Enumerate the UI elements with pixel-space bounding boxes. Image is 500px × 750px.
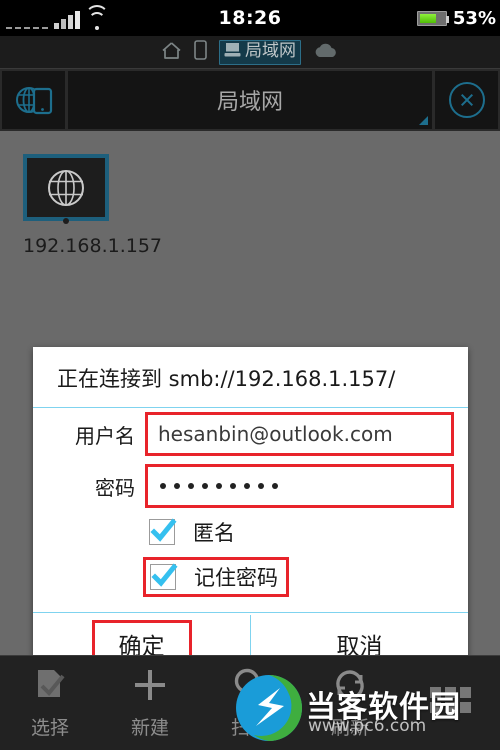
computer-icon xyxy=(224,42,241,62)
password-masked-value xyxy=(158,483,278,489)
username-label: 用户名 xyxy=(75,423,135,448)
status-bar: 18:26 53% xyxy=(0,0,500,36)
breadcrumb: 局域网 xyxy=(0,36,500,69)
resize-corner-icon[interactable] xyxy=(419,116,428,125)
checkbox-row-anonymous[interactable]: 匿名 xyxy=(33,512,468,552)
check-icon xyxy=(151,563,178,587)
search-icon xyxy=(232,667,268,707)
bottom-item-select[interactable]: 选择 xyxy=(0,656,100,750)
globe-device-icon[interactable] xyxy=(2,71,65,129)
dialog-title: 正在连接到 smb://192.168.1.157/ xyxy=(57,367,396,391)
breadcrumb-item-lan[interactable]: 局域网 xyxy=(219,39,301,65)
app-toolbar: 局域网 xyxy=(0,69,500,131)
device-phone-icon[interactable] xyxy=(194,40,207,64)
content-area: 192.168.1.157 正在连接到 smb://192.168.1.157/… xyxy=(0,131,500,675)
checkbox-remember-password-label: 记住密码 xyxy=(194,566,278,590)
breadcrumb-active-label: 局域网 xyxy=(245,41,296,61)
username-row: 用户名 hesanbin@outlook.com xyxy=(33,408,468,460)
computer-monitor-globe-icon xyxy=(23,154,109,221)
bottom-item-scan[interactable]: 扫描 xyxy=(200,656,300,750)
bottom-item-new-label: 新建 xyxy=(130,716,169,739)
connect-dialog: 正在连接到 smb://192.168.1.157/ 用户名 hesanbin@… xyxy=(33,347,468,675)
toolbar-title-box[interactable]: 局域网 xyxy=(68,71,432,129)
grid-apps-icon xyxy=(429,687,471,713)
bottom-item-apps[interactable] xyxy=(400,656,500,750)
password-row: 密码 xyxy=(33,460,468,512)
bottom-item-refresh[interactable]: 刷新 xyxy=(300,656,400,750)
bottom-item-select-label: 选择 xyxy=(30,716,69,739)
checkbox-anonymous-label: 匿名 xyxy=(193,521,235,545)
username-value: hesanbin@outlook.com xyxy=(158,422,393,446)
bottom-item-new[interactable]: 新建 xyxy=(100,656,200,750)
phone-screen: 18:26 53% 局域网 局域网 192.168.1.157 正在连接到 sm… xyxy=(0,0,500,750)
plus-icon xyxy=(132,667,168,707)
battery-percent-label: 53% xyxy=(452,7,496,29)
cloud-icon[interactable] xyxy=(313,43,339,62)
refresh-icon xyxy=(332,667,368,707)
select-document-icon xyxy=(32,667,68,707)
bottom-item-scan-label: 扫描 xyxy=(230,716,269,739)
remember-password-highlight: 记住密码 xyxy=(143,557,289,597)
status-bar-right: 53% xyxy=(416,7,496,29)
checkbox-anonymous[interactable] xyxy=(149,518,177,545)
close-circle-icon[interactable] xyxy=(435,71,498,129)
bottom-item-refresh-label: 刷新 xyxy=(330,716,369,739)
host-item[interactable]: 192.168.1.157 xyxy=(23,154,163,257)
battery-icon xyxy=(416,10,449,26)
password-label: 密码 xyxy=(95,475,135,500)
username-input[interactable]: hesanbin@outlook.com xyxy=(145,412,454,456)
check-icon xyxy=(150,518,177,542)
host-label: 192.168.1.157 xyxy=(23,235,163,257)
checkbox-row-remember[interactable]: 记住密码 xyxy=(33,552,468,602)
checkbox-remember-password[interactable] xyxy=(150,563,178,590)
bottom-toolbar: 选择 新建 扫描 刷新 当客软件园 www.pc6.com xyxy=(0,655,500,750)
password-input[interactable] xyxy=(145,464,454,508)
home-icon[interactable] xyxy=(161,41,182,64)
toolbar-title: 局域网 xyxy=(216,90,283,115)
